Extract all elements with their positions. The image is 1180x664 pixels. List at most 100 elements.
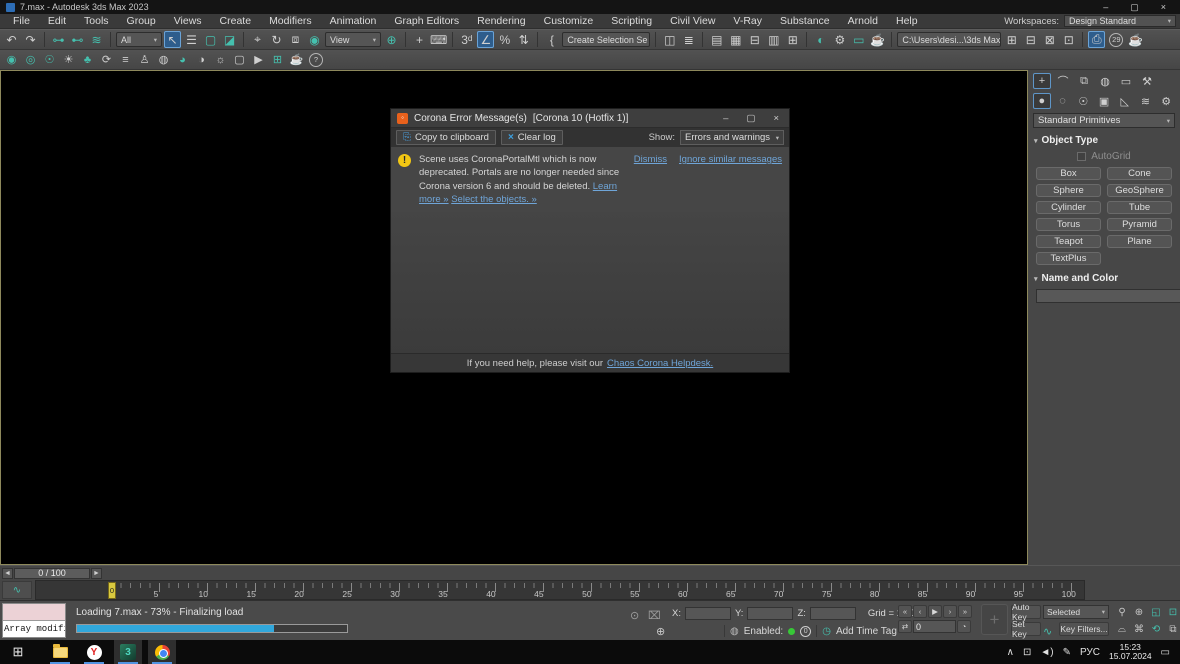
primitive-category-dropdown[interactable]: Standard Primitives ▾ (1033, 113, 1175, 128)
dialog-titlebar[interactable]: ◦ Corona Error Message(s) [Corona 10 (Ho… (391, 109, 789, 128)
object-type-button-torus[interactable]: Torus (1036, 218, 1101, 231)
maximize-button[interactable]: ▢ (1130, 2, 1139, 13)
go-to-end-button[interactable]: » (958, 605, 972, 618)
vray-material-palette-icon[interactable]: ◑ (193, 51, 210, 68)
zoom-icon[interactable]: ⚲ (1114, 604, 1130, 620)
current-frame-field[interactable] (913, 620, 956, 633)
subtab-cameras[interactable]: ▣ (1095, 93, 1113, 109)
maximize-viewport-icon[interactable]: ⧉ (1165, 621, 1180, 637)
select-objects-link[interactable]: Select the objects. » (451, 194, 537, 205)
align-icon[interactable]: ≣ (680, 31, 697, 48)
time-slider-handle[interactable]: 0 / 100 (14, 568, 90, 579)
vray-physical-camera-icon[interactable]: ◎ (22, 51, 39, 68)
menu-group[interactable]: Group (118, 14, 165, 29)
select-and-rotate-icon[interactable]: ↻ (268, 31, 285, 48)
state-set-add-icon[interactable]: ⊠ (1041, 31, 1058, 48)
previous-frame-button[interactable]: ‹ (913, 605, 927, 618)
menu-edit[interactable]: Edit (39, 14, 75, 29)
dialog-minimize-button[interactable]: – (723, 113, 728, 124)
render-setup-icon[interactable]: ⚙ (831, 31, 848, 48)
menu-create[interactable]: Create (211, 14, 261, 29)
schematic-view-icon[interactable]: ⊞ (784, 31, 801, 48)
menu-animation[interactable]: Animation (321, 14, 386, 29)
y-coordinate-field[interactable] (747, 607, 793, 620)
selection-filter-dropdown[interactable]: All▾ (116, 32, 162, 47)
rectangular-selection-region-icon[interactable]: ▢ (202, 31, 219, 48)
zoom-extents-icon[interactable]: ◱ (1148, 604, 1164, 620)
vray-plane-tree-icon[interactable]: ♣ (79, 51, 96, 68)
add-time-tag-button[interactable]: Add Time Tag (836, 626, 897, 637)
vray-camera-icon[interactable]: ◉ (3, 51, 20, 68)
current-frame-marker[interactable]: 0 (108, 582, 116, 599)
vray-teapot-icon[interactable]: ☕ (288, 51, 305, 68)
menu-arnold[interactable]: Arnold (839, 14, 887, 29)
curve-editor-icon[interactable]: ▥ (765, 31, 782, 48)
minimize-button[interactable]: – (1103, 2, 1108, 13)
vray-override-icon[interactable]: ◕ (174, 51, 191, 68)
object-type-button-sphere[interactable]: Sphere (1036, 184, 1101, 197)
key-default-icon[interactable]: ◔ (957, 620, 971, 633)
notifications-icon[interactable]: ◍ (730, 626, 739, 637)
mirror-icon[interactable]: ◫ (661, 31, 678, 48)
object-type-button-box[interactable]: Box (1036, 167, 1101, 180)
select-object-icon[interactable]: ↖ (164, 31, 181, 48)
vray-frame-icon[interactable]: ▢ (231, 51, 248, 68)
vray-sphere-fade-icon[interactable]: ◍ (155, 51, 172, 68)
select-and-move-icon[interactable]: ⌖ (249, 31, 266, 48)
listener-script-pane[interactable]: Array modifi (3, 621, 65, 637)
object-type-button-geosphere[interactable]: GeoSphere (1107, 184, 1172, 197)
transform-type-in-icon[interactable]: ⊕ (656, 625, 665, 638)
object-type-button-cylinder[interactable]: Cylinder (1036, 201, 1101, 214)
vray-animation-icon[interactable]: ▶ (250, 51, 267, 68)
select-and-manipulate-icon[interactable]: + (411, 31, 428, 48)
chrome-taskbar-button[interactable] (148, 640, 176, 664)
tray-expand-icon[interactable]: ∧ (1007, 647, 1014, 658)
set-key-button[interactable]: Set Key (1011, 622, 1041, 636)
vray-split-view-icon[interactable]: ⊞ (269, 51, 286, 68)
bind-to-space-warp-icon[interactable]: ≋ (88, 31, 105, 48)
toggle-layer-explorer-icon[interactable]: ▦ (727, 31, 744, 48)
menu-customize[interactable]: Customize (535, 14, 603, 29)
keyboard-shortcut-override-icon[interactable]: ⌨ (430, 31, 447, 48)
autogrid-checkbox[interactable] (1077, 152, 1086, 161)
time-slider-next-button[interactable]: ► (91, 568, 102, 579)
percent-snap-toggle-icon[interactable]: % (496, 31, 513, 48)
object-type-button-textplus[interactable]: TextPlus (1036, 252, 1101, 265)
network-icon[interactable]: ⊡ (1023, 647, 1031, 658)
reference-coordinate-system-dropdown[interactable]: View▾ (325, 32, 381, 47)
next-frame-button[interactable]: › (943, 605, 957, 618)
menu-v-ray[interactable]: V-Ray (724, 14, 771, 29)
object-name-input[interactable] (1036, 289, 1180, 303)
vray-help-icon[interactable]: ? (309, 53, 323, 67)
time-slider-prev-button[interactable]: ◄ (2, 568, 13, 579)
volume-icon[interactable]: ◄) (1040, 647, 1053, 658)
vray-displacement-icon[interactable]: ♙ (136, 51, 153, 68)
menu-file[interactable]: File (4, 14, 39, 29)
set-keys-button[interactable]: + (981, 604, 1008, 635)
workspace-dropdown[interactable]: Design Standard ▾ (1064, 15, 1176, 27)
window-crossing-icon[interactable]: ◪ (221, 31, 238, 48)
material-editor-icon[interactable]: ◐ (812, 31, 829, 48)
object-type-button-teapot[interactable]: Teapot (1036, 235, 1101, 248)
object-type-rollout-header[interactable]: ▾ Object Type (1028, 131, 1180, 148)
angle-snap-toggle-icon[interactable]: ∠ (477, 31, 494, 48)
project-folder-dropdown[interactable]: C:\Users\desi...\3ds Max 202▾ (897, 32, 1001, 47)
z-coordinate-field[interactable] (810, 607, 856, 620)
tab-motion[interactable]: ◍ (1096, 73, 1114, 89)
maxscript-mini-listener[interactable]: Array modifi (2, 603, 66, 638)
vray-lightmix-icon[interactable]: ☼ (212, 51, 229, 68)
select-and-scale-icon[interactable]: ⧈ (287, 31, 304, 48)
state-set-open-icon[interactable]: ⊟ (1022, 31, 1039, 48)
vray-sun-icon[interactable]: ☀ (60, 51, 77, 68)
subtab-geometry[interactable]: ● (1033, 93, 1051, 109)
subtab-helpers[interactable]: ◺ (1116, 93, 1134, 109)
close-button[interactable]: × (1161, 2, 1166, 13)
snaps-toggle-3d-icon[interactable]: 3ᵈ (458, 31, 475, 48)
object-type-button-cone[interactable]: Cone (1107, 167, 1172, 180)
tangent-icon[interactable]: ∿ (1043, 625, 1052, 638)
yandex-browser-taskbar-button[interactable]: Y (80, 640, 108, 664)
menu-rendering[interactable]: Rendering (468, 14, 534, 29)
frame-counter-icon[interactable]: 29 (1109, 33, 1123, 47)
object-type-button-plane[interactable]: Plane (1107, 235, 1172, 248)
toggle-scene-explorer-icon[interactable]: ▤ (708, 31, 725, 48)
